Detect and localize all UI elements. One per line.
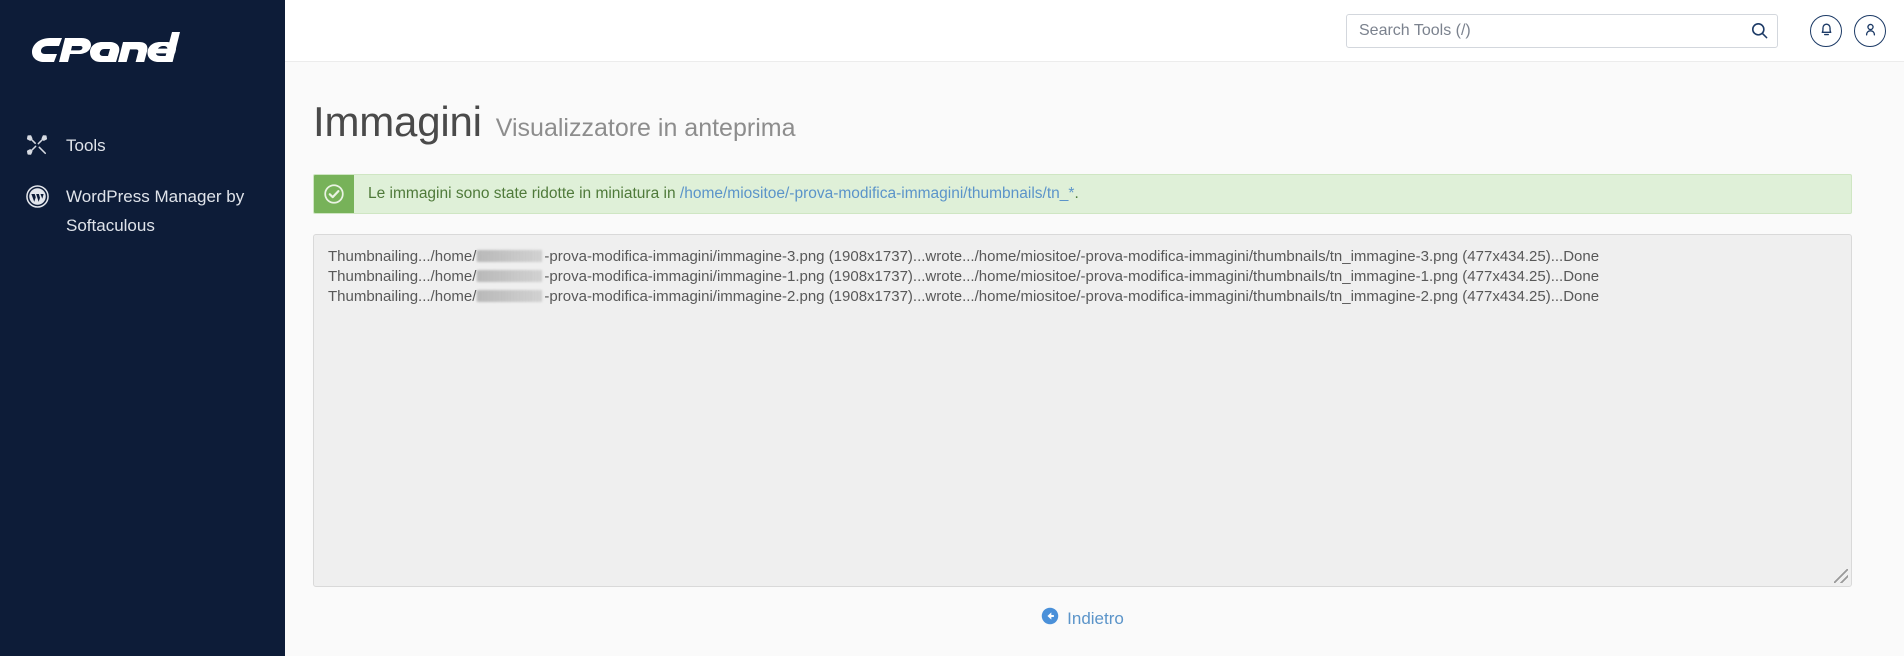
account-button[interactable] <box>1854 14 1886 47</box>
page-title-main: Immagini <box>313 98 482 145</box>
alert-text-after: . <box>1074 185 1079 203</box>
success-alert: Le immagini sono state ridotte in miniat… <box>313 174 1852 214</box>
arrow-circle-left-icon <box>1041 607 1059 630</box>
log-line-prefix: Thumbnailing.../home/ <box>328 287 477 305</box>
main-content: Immagini Visualizzatore in anteprima Le i… <box>285 62 1904 656</box>
redacted-username <box>477 269 544 282</box>
search-icon[interactable] <box>1749 21 1769 41</box>
log-line: Thumbnailing.../home/ -prova-modifica-imm… <box>328 267 1837 287</box>
page-title-subtitle: Visualizzatore in anteprima <box>495 114 796 142</box>
page-title: Immagini Visualizzatore in anteprima <box>313 62 1852 146</box>
search-input[interactable] <box>1346 13 1778 48</box>
right-column: Immagini Visualizzatore in anteprima Le i… <box>285 0 1904 656</box>
log-line-suffix: -prova-modifica-immagini/immagine-1.png … <box>544 267 1600 285</box>
textarea-resize-handle[interactable] <box>1834 569 1848 583</box>
success-alert-body: Le immagini sono state ridotte in miniat… <box>354 175 1851 213</box>
log-output-textarea[interactable]: Thumbnailing.../home/ -prova-modifica-imm… <box>313 234 1852 587</box>
back-link-label: Indietro <box>1067 608 1124 628</box>
redacted-username <box>477 250 544 262</box>
bell-icon <box>1818 21 1835 41</box>
notifications-button[interactable] <box>1810 14 1842 47</box>
sidebar-nav: Tools WordPress Manager by Softaculous <box>0 120 285 252</box>
log-line-prefix: Thumbnailing.../home/ <box>328 267 477 285</box>
log-line: Thumbnailing.../home/ -prova-modifica-imm… <box>328 287 1837 307</box>
log-line-suffix: -prova-modifica-immagini/immagine-2.png … <box>544 287 1600 305</box>
redacted-username <box>477 289 544 302</box>
alert-path-link[interactable]: /home/miositoe/-prova-modifica-immagini/… <box>680 183 1075 205</box>
wordpress-icon <box>26 183 56 209</box>
sidebar-item-tools[interactable]: Tools <box>0 120 285 171</box>
cpanel-logo[interactable] <box>0 22 285 84</box>
log-line-suffix: -prova-modifica-immagini/immagine-3.png … <box>544 248 1600 265</box>
cpanel-page: Tools WordPress Manager by Softaculous S… <box>0 0 1904 656</box>
sidebar-item-label-tools: Tools <box>66 136 106 155</box>
check-circle-icon <box>314 175 354 213</box>
search-tools <box>1346 13 1778 48</box>
tools-icon <box>26 132 56 158</box>
sidebar: Tools WordPress Manager by Softaculous <box>0 0 285 656</box>
log-line-prefix: Thumbnailing.../home/ <box>328 248 477 265</box>
top-header <box>285 0 1904 62</box>
sidebar-item-label-wordpress-manager: WordPress Manager by Softaculous <box>66 187 245 236</box>
footer-actions: Indietro <box>313 607 1852 630</box>
log-line: Thumbnailing.../home/ -prova-modifica-imm… <box>328 247 1837 267</box>
alert-text-before: Le immagini sono state ridotte in miniat… <box>368 185 676 203</box>
back-link[interactable]: Indietro <box>1041 607 1124 630</box>
user-icon <box>1862 21 1879 41</box>
sidebar-item-wordpress-manager[interactable]: WordPress Manager by Softaculous <box>0 171 285 251</box>
